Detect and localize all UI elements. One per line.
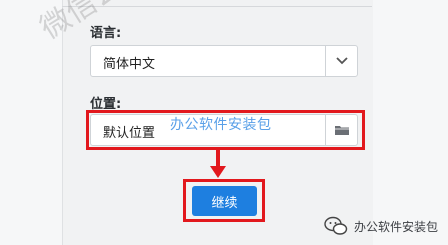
footer-brand-text: 办公软件安装包: [353, 219, 438, 234]
arrow-down-icon: [210, 150, 226, 178]
chevron-down-icon[interactable]: [325, 46, 357, 76]
language-label: 语言:: [90, 26, 122, 41]
language-select-value: 简体中文: [103, 57, 156, 72]
overlay-caption: 办公软件安装包: [170, 117, 272, 133]
language-select[interactable]: 简体中文: [90, 45, 358, 77]
wechat-logo-icon: [324, 216, 348, 235]
footer-brand: 办公软件安装包: [324, 216, 438, 236]
continue-button[interactable]: 继续: [192, 186, 257, 216]
panel-top-divider: [62, 0, 372, 7]
